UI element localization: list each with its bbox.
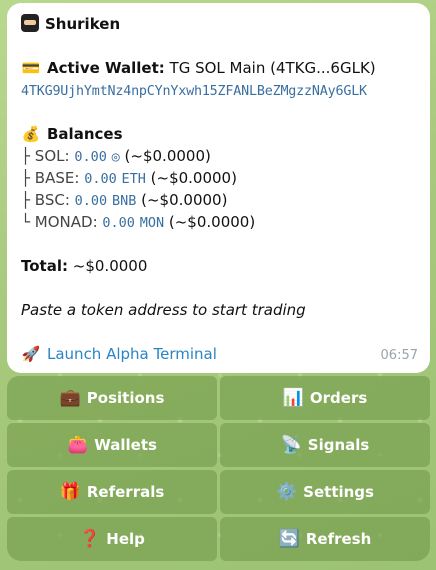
- balance-unit: BNB: [111, 193, 137, 209]
- balance-amount[interactable]: 0.00: [84, 171, 117, 187]
- purse-icon: 👛: [67, 435, 89, 455]
- button-label: Referrals: [86, 483, 165, 501]
- balances-label: Balances: [47, 125, 123, 143]
- wallets-button[interactable]: 👛 Wallets: [7, 423, 217, 467]
- briefcase-icon: 💼: [59, 388, 81, 408]
- launch-terminal-link[interactable]: Launch Alpha Terminal: [47, 345, 217, 363]
- balance-chain: ├ BASE:: [21, 169, 80, 187]
- gift-icon: 🎁: [59, 482, 81, 502]
- settings-button[interactable]: ⚙️ Settings: [220, 470, 430, 514]
- balance-row-base: ├ BASE: 0.00 ETH (~$0.0000): [21, 167, 416, 189]
- balance-unit: ◎: [111, 149, 120, 165]
- help-button[interactable]: ❓ Help: [7, 517, 217, 561]
- balance-chain: ├ BSC:: [21, 191, 70, 209]
- balances-header: 💰 Balances: [21, 123, 416, 145]
- balance-amount[interactable]: 0.00: [75, 193, 108, 209]
- total-value: ~$0.0000: [72, 257, 148, 275]
- balance-usd: (~$0.0000): [168, 213, 256, 231]
- button-label: Wallets: [94, 436, 157, 454]
- inline-keyboard: 💼 Positions 📊 Orders 👛 Wallets 📡 Signals 🎁 Re…: [7, 376, 430, 561]
- balance-chain: └ MONAD:: [21, 213, 98, 231]
- total-row: Total: ~$0.0000: [21, 255, 416, 277]
- signals-button[interactable]: 📡 Signals: [220, 423, 430, 467]
- message-timestamp: 06:57: [380, 348, 418, 363]
- balance-row-monad: └ MONAD: 0.00 MON (~$0.0000): [21, 211, 416, 233]
- balance-unit: ETH: [121, 171, 146, 187]
- wallet-address[interactable]: 4TKG9UjhYmtNz4npCYnYxwh15ZFANLBeZMgzzNAy…: [21, 84, 367, 99]
- balance-row-bsc: ├ BSC: 0.00 BNB (~$0.0000): [21, 189, 416, 211]
- button-label: Refresh: [305, 530, 372, 548]
- refresh-icon: 🔄: [278, 529, 300, 549]
- refresh-button[interactable]: 🔄 Refresh: [220, 517, 430, 561]
- balance-amount[interactable]: 0.00: [102, 215, 135, 231]
- question-mark-icon: ❓: [79, 529, 101, 549]
- balance-usd: (~$0.0000): [124, 147, 211, 165]
- active-wallet-row: 💳 Active Wallet: TG SOL Main (4TKG...6GLK…: [21, 57, 416, 79]
- active-wallet-name: TG SOL Main (4TKG...6GLK): [169, 59, 376, 77]
- button-label: Signals: [307, 436, 370, 454]
- positions-button[interactable]: 💼 Positions: [7, 376, 217, 420]
- orders-button[interactable]: 📊 Orders: [220, 376, 430, 420]
- credit-card-icon: 💳: [21, 59, 41, 77]
- rocket-icon: 🚀: [21, 345, 41, 363]
- message-title-row: Shuriken: [21, 13, 416, 35]
- button-label: Help: [106, 530, 145, 548]
- bar-chart-icon: 📊: [282, 388, 304, 408]
- active-wallet-label: Active Wallet:: [47, 59, 165, 77]
- ninja-icon: [21, 14, 39, 32]
- button-label: Positions: [86, 389, 165, 407]
- balance-usd: (~$0.0000): [141, 191, 228, 209]
- bot-message-bubble: Shuriken 💳 Active Wallet: TG SOL Main (4T…: [7, 3, 430, 373]
- balance-unit: MON: [139, 215, 165, 231]
- balance-usd: (~$0.0000): [150, 169, 237, 187]
- button-label: Orders: [309, 389, 368, 407]
- balance-chain: ├ SOL:: [21, 147, 70, 165]
- wallet-address-row: 4TKG9UjhYmtNz4npCYnYxwh15ZFANLBeZMgzzNAy…: [21, 79, 416, 101]
- button-label: Settings: [303, 483, 374, 501]
- referrals-button[interactable]: 🎁 Referrals: [7, 470, 217, 514]
- balance-amount[interactable]: 0.00: [74, 149, 107, 165]
- balance-row-sol: ├ SOL: 0.00 ◎ (~$0.0000): [21, 145, 416, 167]
- money-bag-icon: 💰: [21, 125, 41, 143]
- trading-hint: Paste a token address to start trading: [21, 301, 306, 319]
- gear-icon: ⚙️: [276, 482, 298, 502]
- terminal-link-row[interactable]: 🚀 Launch Alpha Terminal: [21, 343, 416, 365]
- satellite-icon: 📡: [280, 435, 302, 455]
- message-title: Shuriken: [45, 15, 121, 33]
- total-label: Total:: [21, 257, 68, 275]
